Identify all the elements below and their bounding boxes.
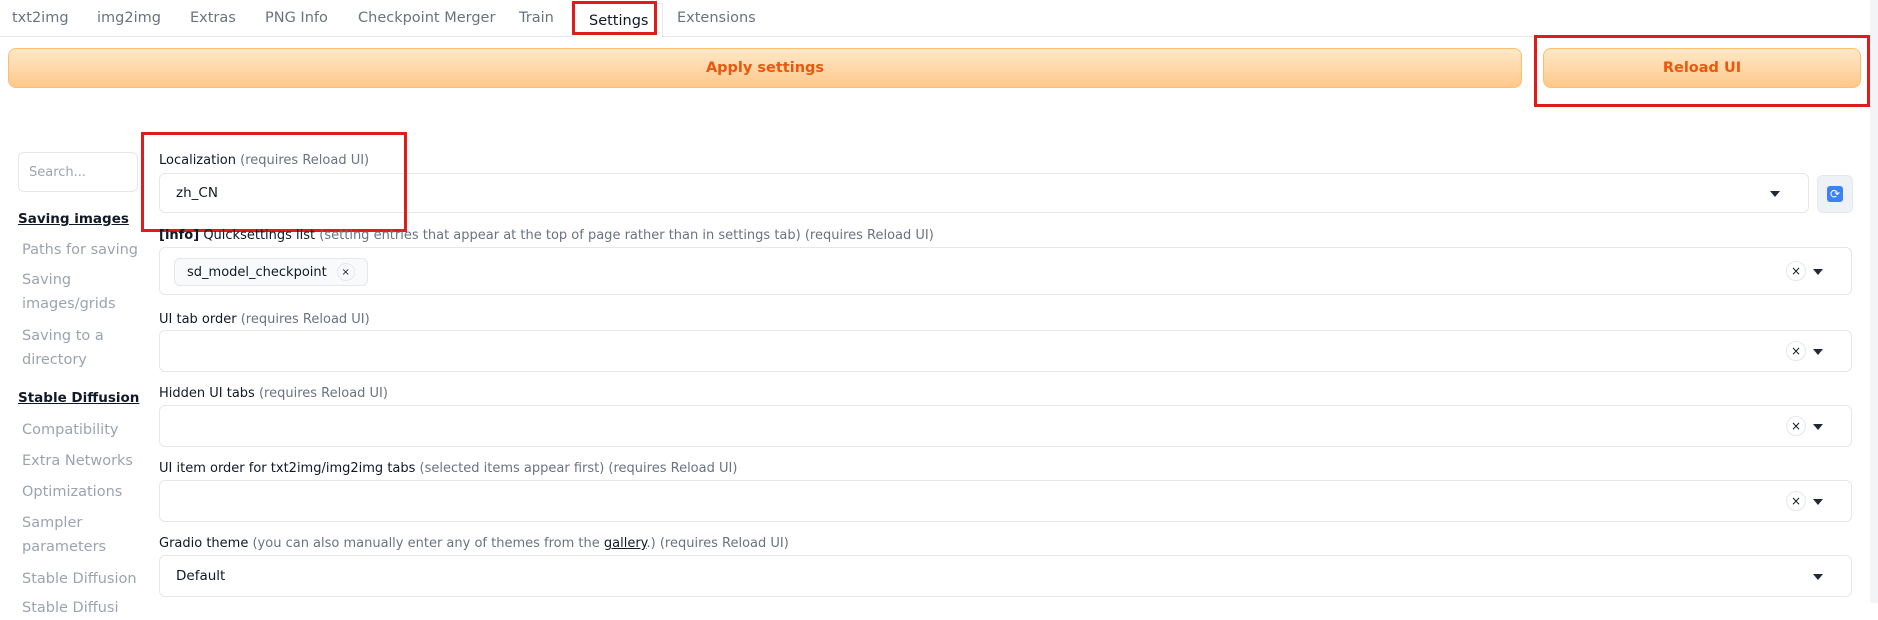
ui-item-order-hint: (selected items appear first) (requires … bbox=[419, 461, 738, 476]
chevron-down-icon[interactable] bbox=[1770, 191, 1780, 197]
chip-remove-icon[interactable]: × bbox=[336, 263, 355, 281]
quicksettings-label-text: Quicksettings list bbox=[203, 228, 316, 243]
chip-sd-model-checkpoint: sd_model_checkpoint × bbox=[174, 258, 368, 286]
ui-tab-order-label-text: UI tab order bbox=[159, 312, 237, 327]
sidebar-item-saving-to-a-directory[interactable]: Saving to a directory bbox=[22, 324, 140, 372]
apply-settings-button[interactable]: Apply settings bbox=[8, 48, 1522, 88]
hidden-ui-tabs-multiselect[interactable]: × bbox=[159, 405, 1852, 447]
clear-icon[interactable]: × bbox=[1786, 416, 1806, 436]
ui-item-order-label-text: UI item order for txt2img/img2img tabs bbox=[159, 461, 416, 476]
sidebar-item-extra-networks[interactable]: Extra Networks bbox=[22, 449, 140, 473]
hidden-ui-tabs-hint: (requires Reload UI) bbox=[258, 386, 388, 401]
gradio-theme-label-text: Gradio theme bbox=[159, 536, 249, 551]
sidebar-item-optimizations[interactable]: Optimizations bbox=[22, 480, 140, 504]
chip-label: sd_model_checkpoint bbox=[187, 264, 327, 280]
ui-tab-order-multiselect[interactable]: × bbox=[159, 330, 1852, 372]
gradio-theme-dropdown[interactable]: Default bbox=[159, 555, 1852, 597]
hidden-ui-tabs-label-text: Hidden UI tabs bbox=[159, 386, 255, 401]
localization-hint: (requires Reload UI) bbox=[240, 153, 370, 168]
tab-settings[interactable]: Settings bbox=[574, 3, 664, 38]
info-tag: [info] bbox=[159, 228, 200, 243]
localization-value: zh_CN bbox=[176, 185, 218, 201]
ui-item-order-multiselect[interactable]: × bbox=[159, 480, 1852, 522]
ui-tab-order-label: UI tab order (requires Reload UI) bbox=[159, 312, 370, 327]
gradio-theme-value: Default bbox=[176, 568, 226, 584]
sidebar-item-saving-images-grids[interactable]: Saving images/grids bbox=[22, 268, 140, 316]
hidden-ui-tabs-label: Hidden UI tabs (requires Reload UI) bbox=[159, 386, 388, 401]
gradio-theme-label: Gradio theme (you can also manually ente… bbox=[159, 536, 789, 551]
sidebar-item-stable-diffusion-more[interactable]: Stable Diffusi bbox=[22, 596, 140, 620]
sidebar-item-sampler-parameters[interactable]: Sampler parameters bbox=[22, 511, 140, 559]
sidebar-section-saving-images[interactable]: Saving images bbox=[18, 211, 129, 227]
gradio-theme-hint: (you can also manually enter any of them… bbox=[252, 536, 600, 551]
tab-checkpoint-merger[interactable]: Checkpoint Merger bbox=[358, 10, 495, 26]
tab-train[interactable]: Train bbox=[519, 10, 554, 26]
quicksettings-label: [info] Quicksettings list (setting entri… bbox=[159, 228, 934, 243]
page-scrollbar[interactable] bbox=[1870, 0, 1878, 603]
chevron-down-icon[interactable] bbox=[1813, 499, 1823, 505]
gallery-link[interactable]: gallery bbox=[604, 536, 647, 551]
sidebar-item-paths-for-saving[interactable]: Paths for saving bbox=[22, 238, 140, 262]
tab-img2img[interactable]: img2img bbox=[97, 10, 161, 26]
ui-tab-order-hint: (requires Reload UI) bbox=[240, 312, 370, 327]
chevron-down-icon[interactable] bbox=[1813, 424, 1823, 430]
clear-icon[interactable]: × bbox=[1786, 261, 1806, 281]
quicksettings-hint: (setting entries that appear at the top … bbox=[319, 228, 934, 243]
tab-png-info[interactable]: PNG Info bbox=[265, 10, 328, 26]
chevron-down-icon[interactable] bbox=[1813, 574, 1823, 580]
chevron-down-icon[interactable] bbox=[1813, 269, 1823, 275]
sidebar-item-compatibility[interactable]: Compatibility bbox=[22, 418, 140, 442]
refresh-localization-button[interactable]: ⟳ bbox=[1817, 175, 1853, 213]
sidebar-section-stable-diffusion[interactable]: Stable Diffusion bbox=[18, 390, 139, 406]
clear-icon[interactable]: × bbox=[1786, 341, 1806, 361]
tab-extras[interactable]: Extras bbox=[190, 10, 236, 26]
localization-dropdown[interactable]: zh_CN bbox=[159, 173, 1809, 213]
reload-ui-button[interactable]: Reload UI bbox=[1543, 48, 1861, 88]
refresh-icon: ⟳ bbox=[1827, 186, 1843, 202]
localization-label: Localization (requires Reload UI) bbox=[159, 153, 369, 168]
ui-item-order-label: UI item order for txt2img/img2img tabs (… bbox=[159, 461, 737, 476]
localization-label-text: Localization bbox=[159, 153, 236, 168]
gradio-theme-hint-suffix: .) (requires Reload UI) bbox=[646, 536, 789, 551]
tab-extensions[interactable]: Extensions bbox=[677, 10, 756, 26]
chevron-down-icon[interactable] bbox=[1813, 349, 1823, 355]
tab-txt2img[interactable]: txt2img bbox=[12, 10, 69, 26]
tab-bar: txt2img img2img Extras PNG Info Checkpoi… bbox=[0, 0, 1870, 38]
clear-icon[interactable]: × bbox=[1786, 491, 1806, 511]
quicksettings-multiselect[interactable]: sd_model_checkpoint × × bbox=[159, 247, 1852, 295]
settings-search-input[interactable]: Search... bbox=[18, 152, 138, 192]
sidebar-item-stable-diffusion[interactable]: Stable Diffusion bbox=[22, 567, 140, 591]
